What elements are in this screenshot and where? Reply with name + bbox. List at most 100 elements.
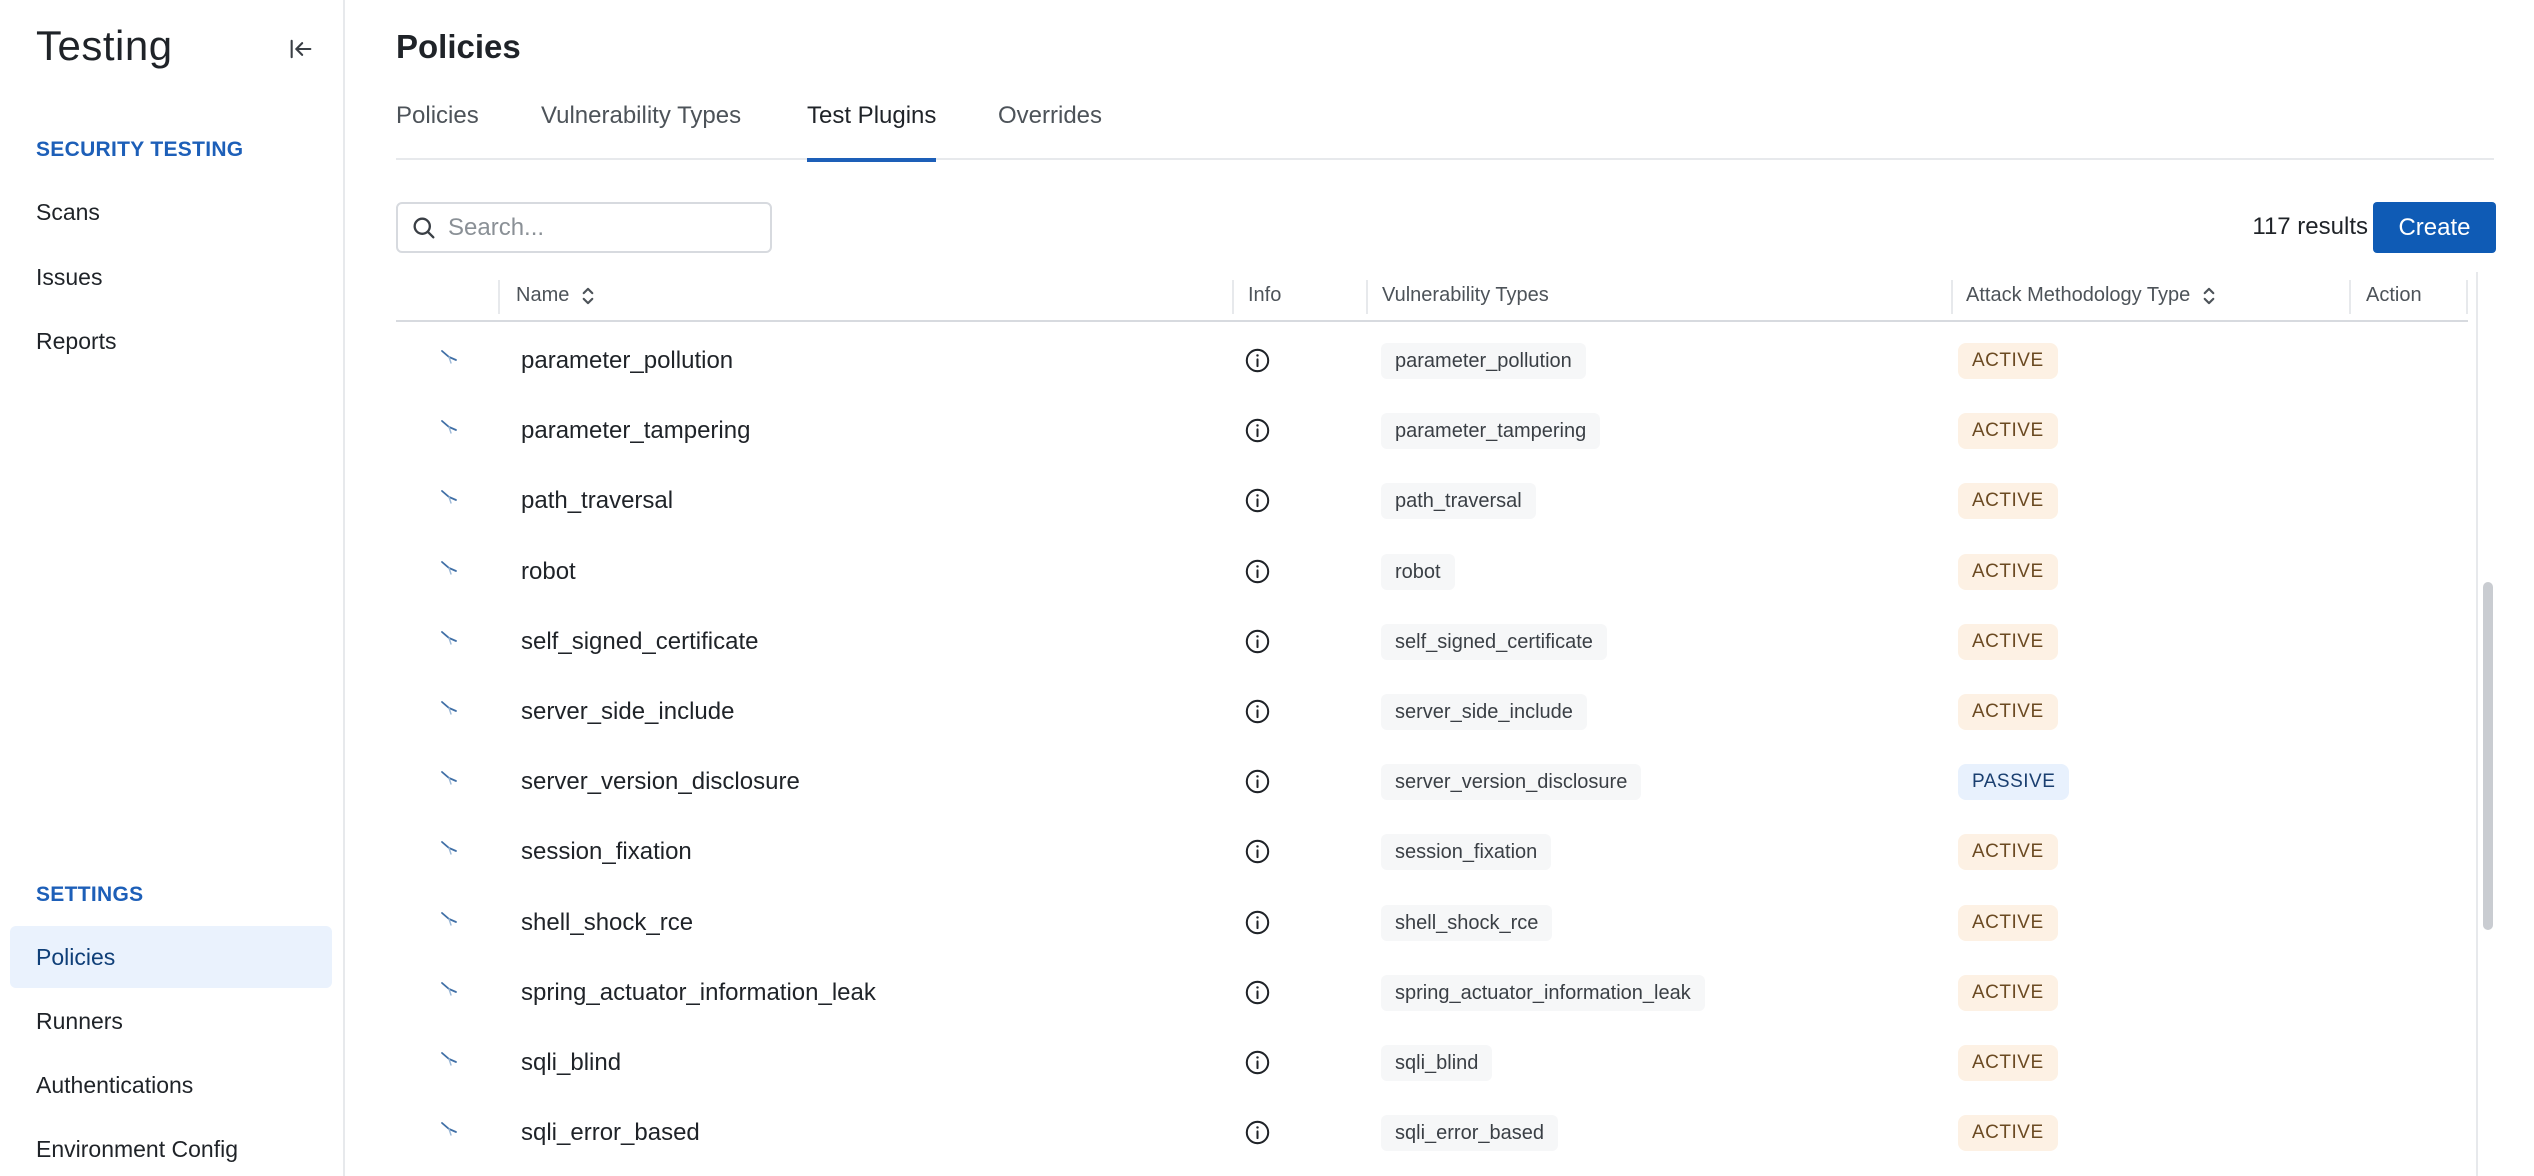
column-header-action: Action xyxy=(2366,284,2422,306)
info-icon[interactable] xyxy=(1244,698,1271,725)
table-row[interactable]: robot robot ACTIVE xyxy=(396,536,2468,606)
plugin-name: parameter_pollution xyxy=(521,347,734,374)
tab-overrides[interactable]: Overrides xyxy=(998,96,1102,160)
plugin-name: parameter_tampering xyxy=(521,417,751,445)
tab-test-plugins[interactable]: Test Plugins xyxy=(807,96,937,162)
table-row[interactable]: sqli_blind sqli_blind ACTIVE xyxy=(396,1027,2468,1097)
column-header-info: Info xyxy=(1248,284,1282,306)
info-icon[interactable] xyxy=(1244,979,1271,1006)
info-icon[interactable] xyxy=(1244,558,1271,585)
vulnerability-type-tag: spring_actuator_information_leak xyxy=(1381,974,1705,1011)
table-row[interactable]: server_version_disclosure server_version_… xyxy=(396,746,2468,816)
vulnerability-type-tag: path_traversal xyxy=(1381,483,1536,520)
info-icon[interactable] xyxy=(1244,347,1271,374)
plugin-name: sqli_blind xyxy=(521,1049,622,1076)
plugin-icon[interactable] xyxy=(434,1045,464,1075)
page-title: Policies xyxy=(396,28,521,65)
info-icon[interactable] xyxy=(1244,628,1271,655)
create-button[interactable]: Create xyxy=(2373,202,2496,253)
sort-icon[interactable] xyxy=(2200,286,2218,306)
sidebar-item-environment-config[interactable]: Environment Config xyxy=(10,1118,332,1176)
section-label-security-testing: SECURITY TESTING xyxy=(36,138,244,161)
table-row[interactable]: parameter_tampering parameter_tampering AC… xyxy=(396,395,2468,465)
sidebar: Testing SECURITY TESTING Scans Issues Re… xyxy=(0,0,345,1176)
column-separator xyxy=(1232,280,1234,314)
plugins-table: Name Info Vulnerability Types Attack Met… xyxy=(396,272,2468,1176)
search-input[interactable] xyxy=(448,213,748,242)
results-count: 117 results xyxy=(2252,213,2368,240)
column-separator xyxy=(2466,280,2468,314)
tab-policies[interactable]: Policies xyxy=(396,96,479,160)
column-header-name-label: Name xyxy=(516,284,570,306)
plugin-name: server_side_include xyxy=(521,698,735,725)
plugin-name: shell_shock_rce xyxy=(521,908,694,936)
sidebar-item-reports[interactable]: Reports xyxy=(10,310,332,372)
sidebar-item-authentications[interactable]: Authentications xyxy=(10,1054,332,1116)
vulnerability-type-tag: sqli_error_based xyxy=(1381,1115,1558,1152)
plugin-name: spring_actuator_information_leak xyxy=(521,978,876,1006)
column-separator xyxy=(1366,280,1368,314)
plugin-icon[interactable] xyxy=(434,694,464,724)
scrollbar-thumb[interactable] xyxy=(2483,582,2493,930)
search-box xyxy=(396,202,772,253)
attack-methodology-badge: ACTIVE xyxy=(1958,623,2058,660)
sidebar-item-issues[interactable]: Issues xyxy=(10,246,332,308)
vulnerability-type-tag: session_fixation xyxy=(1381,834,1552,871)
vulnerability-type-tag: robot xyxy=(1381,553,1455,590)
table-row[interactable]: shell_shock_rce shell_shock_rce ACTIVE xyxy=(396,887,2468,957)
plugin-icon[interactable] xyxy=(434,1115,464,1145)
plugin-icon[interactable] xyxy=(434,834,464,864)
info-icon[interactable] xyxy=(1244,838,1271,865)
table-row[interactable]: parameter_pollution parameter_pollution AC… xyxy=(396,325,2468,395)
plugin-icon[interactable] xyxy=(434,554,464,584)
plugin-icon[interactable] xyxy=(434,764,464,794)
attack-methodology-badge: ACTIVE xyxy=(1958,343,2058,379)
collapse-sidebar-button[interactable] xyxy=(284,32,318,66)
info-icon[interactable] xyxy=(1244,768,1271,795)
sort-icon[interactable] xyxy=(579,286,597,306)
attack-methodology-badge: ACTIVE xyxy=(1958,1115,2058,1152)
column-separator xyxy=(1951,280,1953,314)
tab-vulnerability-types[interactable]: Vulnerability Types xyxy=(541,96,741,160)
plugin-icon[interactable] xyxy=(434,483,464,513)
info-icon[interactable] xyxy=(1244,487,1271,514)
table-row[interactable]: self_signed_certificate self_signed_certi… xyxy=(396,606,2468,676)
table-row[interactable]: server_side_include server_side_include AC… xyxy=(396,676,2468,746)
attack-methodology-badge: ACTIVE xyxy=(1958,483,2058,520)
plugin-name: path_traversal xyxy=(521,487,674,515)
table-row[interactable]: path_traversal path_traversal ACTIVE xyxy=(396,465,2468,535)
collapse-left-icon xyxy=(290,39,312,59)
plugin-icon[interactable] xyxy=(434,905,464,935)
app-title: Testing xyxy=(36,22,173,69)
attack-methodology-badge: ACTIVE xyxy=(1958,904,2058,941)
attack-methodology-badge: ACTIVE xyxy=(1958,974,2058,1011)
plugin-icon[interactable] xyxy=(434,624,464,654)
sidebar-item-policies[interactable]: Policies xyxy=(10,926,332,988)
sidebar-item-runners[interactable]: Runners xyxy=(10,990,332,1052)
plugin-name: server_version_disclosure xyxy=(521,768,800,796)
info-icon[interactable] xyxy=(1244,909,1271,936)
attack-methodology-badge: ACTIVE xyxy=(1958,413,2058,450)
plugin-icon[interactable] xyxy=(434,975,464,1005)
plugin-icon[interactable] xyxy=(434,413,464,443)
info-icon[interactable] xyxy=(1244,417,1271,444)
plugin-name: self_signed_certificate xyxy=(521,627,759,655)
table-row[interactable]: spring_actuator_information_leak spring_a… xyxy=(396,957,2468,1027)
section-label-settings: SETTINGS xyxy=(36,883,144,906)
table-row[interactable]: session_fixation session_fixation ACTIVE xyxy=(396,816,2468,886)
info-icon[interactable] xyxy=(1244,1049,1271,1076)
info-icon[interactable] xyxy=(1244,1119,1271,1146)
sidebar-item-scans[interactable]: Scans xyxy=(10,181,332,243)
attack-methodology-badge: ACTIVE xyxy=(1958,834,2058,871)
table-scrollbar[interactable] xyxy=(2476,272,2496,1176)
column-header-name[interactable]: Name xyxy=(516,284,597,307)
plugin-icon[interactable] xyxy=(434,343,464,373)
column-separator xyxy=(2349,280,2351,314)
table-row[interactable]: sqli_error_based sqli_error_based ACTIVE xyxy=(396,1097,2468,1167)
plugin-name: robot xyxy=(521,557,576,585)
plugin-name: sqli_error_based xyxy=(521,1119,700,1147)
vulnerability-type-tag: server_version_disclosure xyxy=(1381,764,1642,801)
column-header-attack-methodology-type[interactable]: Attack Methodology Type xyxy=(1966,284,2218,307)
attack-methodology-badge: ACTIVE xyxy=(1958,1045,2058,1081)
tab-bar: Policies Vulnerability Types Test Plugin… xyxy=(396,96,2494,162)
